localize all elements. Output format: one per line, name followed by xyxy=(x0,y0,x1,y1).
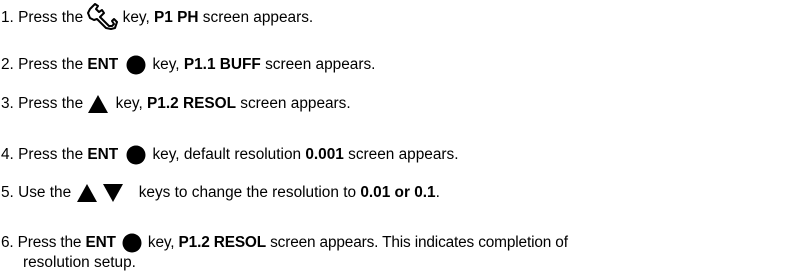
filled-circle-icon xyxy=(126,55,148,75)
step-6-bold: P1.2 RESOL xyxy=(178,234,267,252)
step-3-prefix: 3. Press the xyxy=(1,95,88,113)
step-6-mid: key, xyxy=(143,234,179,252)
step-5: 5. Use the keys to change the resolution… xyxy=(1,183,440,203)
step-5-suffix: . xyxy=(435,184,440,202)
step-4-bold: 0.001 xyxy=(305,146,344,164)
wrench-icon xyxy=(85,0,119,30)
step-6-prefix: 6. Press the xyxy=(1,234,86,252)
step-4-suffix: screen appears. xyxy=(343,146,459,164)
step-5-bold: 0.01 or 0.1 xyxy=(360,184,436,202)
step-1-suffix: screen appears. xyxy=(198,9,314,27)
step-6-continuation-text: resolution setup. xyxy=(23,254,136,271)
step-6: 6. Press the ENT key, P1.2 RESOL screen … xyxy=(1,233,568,253)
step-6-suffix: screen appears. This indicates completio… xyxy=(266,234,568,252)
step-6-continuation: resolution setup. xyxy=(23,253,136,273)
step-1: 1. Press the key, P1 PH screen appears. xyxy=(1,3,313,33)
step-2: 2. Press the ENT key, P1.1 BUFF screen a… xyxy=(1,55,375,75)
step-4-prefix: 4. Press the xyxy=(1,146,88,164)
step-3-bold: P1.2 RESOL xyxy=(147,95,237,113)
step-2-mid: key, xyxy=(148,56,184,74)
step-4: 4. Press the ENT key, default resolution… xyxy=(1,145,459,165)
step-2-suffix: screen appears. xyxy=(260,56,376,74)
step-1-mid: key, xyxy=(118,9,155,27)
filled-circle-icon xyxy=(122,233,144,253)
step-1-prefix: 1. Press the xyxy=(1,9,88,27)
step-1-bold: P1 PH xyxy=(154,9,199,27)
step-4-key-label: ENT xyxy=(87,146,119,164)
step-4-mid: key, default resolution xyxy=(148,146,306,164)
filled-circle-icon xyxy=(126,145,148,165)
step-3-suffix: screen appears. xyxy=(236,95,351,113)
step-6-key-label: ENT xyxy=(85,234,116,252)
up-triangle-icon xyxy=(87,94,111,114)
step-3-mid: key, xyxy=(111,95,148,113)
step-2-key-label: ENT xyxy=(87,56,119,74)
down-triangle-icon xyxy=(102,183,126,203)
step-3: 3. Press the key, P1.2 RESOL screen appe… xyxy=(1,94,351,114)
step-2-bold: P1.1 BUFF xyxy=(183,56,261,74)
step-2-prefix: 2. Press the xyxy=(1,56,88,74)
step-5-prefix: 5. Use the xyxy=(1,184,76,202)
step-5-mid: keys to change the resolution to xyxy=(134,184,361,202)
up-triangle-icon xyxy=(76,183,100,203)
